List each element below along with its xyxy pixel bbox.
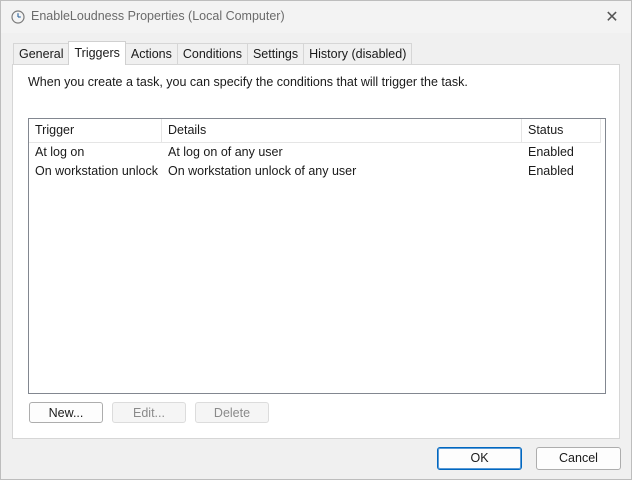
edit-trigger-button[interactable]: Edit... [112,402,186,423]
new-trigger-button[interactable]: New... [29,402,103,423]
row-details: On workstation unlock of any user [168,164,357,178]
tab-strip: General Triggers Actions Conditions Sett… [13,41,413,65]
row-status: Enabled [528,164,574,178]
row-details: At log on of any user [168,145,283,159]
cancel-button[interactable]: Cancel [536,447,621,470]
table-row[interactable]: On workstation unlock On workstation unl… [29,162,601,181]
properties-dialog: EnableLoudness Properties (Local Compute… [0,0,632,480]
tab-conditions[interactable]: Conditions [176,43,248,64]
task-clock-icon [11,10,25,24]
tab-triggers[interactable]: Triggers [68,41,126,65]
triggers-panel: When you create a task, you can specify … [12,64,620,439]
title-bar: EnableLoudness Properties (Local Compute… [1,1,631,33]
tab-actions[interactable]: Actions [124,43,178,64]
table-row[interactable]: At log on At log on of any user Enabled [29,143,601,162]
list-header: Trigger Details Status [29,119,601,143]
close-icon: ✕ [605,9,619,26]
column-header-details[interactable]: Details [162,119,522,142]
tab-general[interactable]: General [13,43,70,64]
tab-settings[interactable]: Settings [246,43,305,64]
row-trigger: On workstation unlock [35,164,158,178]
triggers-list[interactable]: Trigger Details Status At log on At log … [28,118,606,394]
column-header-trigger[interactable]: Trigger [29,119,162,142]
ok-button[interactable]: OK [437,447,522,470]
row-status: Enabled [528,145,574,159]
delete-trigger-button[interactable]: Delete [195,402,269,423]
tab-history[interactable]: History (disabled) [303,43,413,64]
close-button[interactable]: ✕ [597,3,627,31]
window-title: EnableLoudness Properties (Local Compute… [31,9,285,23]
triggers-description: When you create a task, you can specify … [28,75,468,89]
column-header-status[interactable]: Status [522,119,601,142]
row-trigger: At log on [35,145,85,159]
